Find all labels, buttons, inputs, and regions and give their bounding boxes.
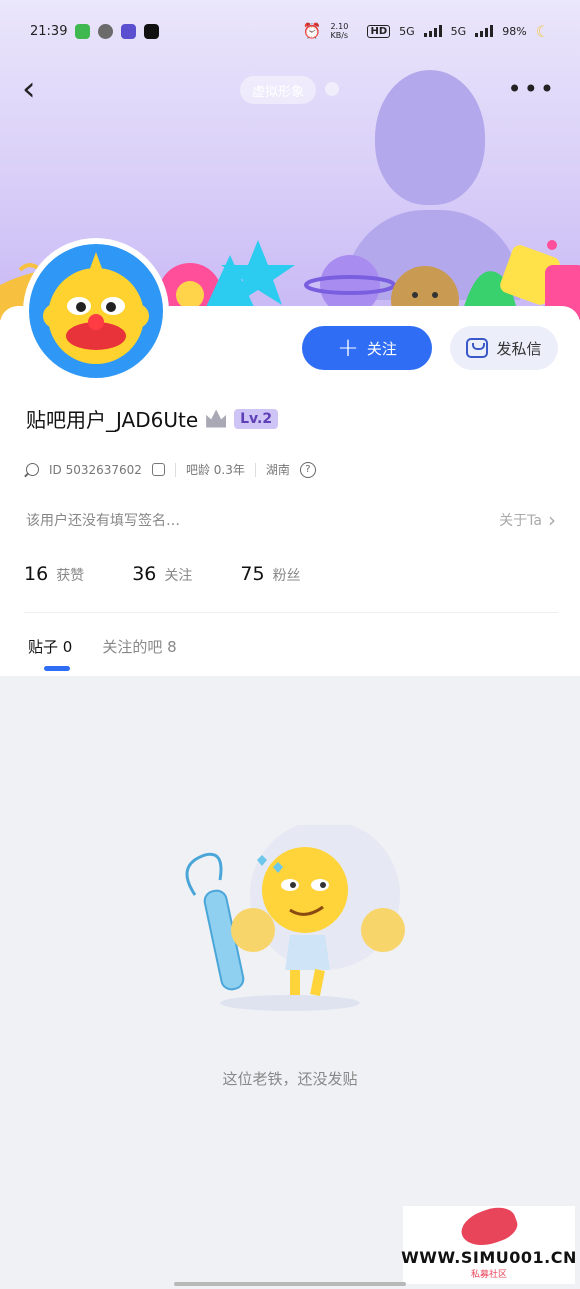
stat-value: 16 xyxy=(24,563,49,585)
status-bar: 21:39 ⏰ 2.10 KB/s HD 5G 5G 98% ☾ xyxy=(0,0,580,62)
status-time: 21:39 xyxy=(30,23,68,39)
stats-row: 16 获赞 36 关注 75 粉丝 xyxy=(24,563,301,585)
sim2-label: 5G xyxy=(450,24,467,38)
more-options-button[interactable]: ••• xyxy=(508,77,556,101)
username-row: 贴吧用户_JAD6Ute Lv.2 xyxy=(26,404,279,433)
profile-info-row: ID 5032637602 吧龄 0.3年 湖南 ? xyxy=(26,461,316,478)
profile-tabs: 贴子 0 关注的吧 8 xyxy=(28,636,177,657)
empty-state-illustration xyxy=(185,825,405,1011)
stat-label: 获赞 xyxy=(56,568,85,584)
home-indicator[interactable] xyxy=(174,1282,406,1286)
signal-bars-icon xyxy=(423,25,442,37)
back-button[interactable]: ‹ xyxy=(22,72,52,106)
sim1-label: 5G xyxy=(399,24,415,38)
watermark: WWW.SIMU001.CN 私募社区 xyxy=(401,1201,577,1284)
about-link[interactable]: 关于Ta › xyxy=(499,508,556,532)
more-dots-icon: ••• xyxy=(507,75,556,103)
tieba-icon xyxy=(121,23,137,39)
app-notification-icon xyxy=(75,23,91,39)
network-speed: 2.10 KB/s xyxy=(330,22,349,40)
section-divider xyxy=(24,612,558,613)
battery-level: 98% xyxy=(502,24,527,38)
avatar[interactable] xyxy=(23,238,169,384)
help-icon[interactable]: ? xyxy=(299,461,316,478)
virtual-avatar-badge[interactable]: 虚拟形象 xyxy=(240,76,317,104)
follow-label: 关注 xyxy=(366,339,397,358)
badge-dot xyxy=(325,82,339,96)
follow-button[interactable]: + 关注 xyxy=(302,326,432,370)
simu-logo-icon xyxy=(456,1201,522,1253)
tab-posts[interactable]: 贴子 0 xyxy=(28,636,72,657)
plus-icon: + xyxy=(337,333,359,363)
bar-age: 吧龄 0.3年 xyxy=(185,463,245,477)
virtual-avatar-label: 虚拟形象 xyxy=(252,84,305,100)
message-icon xyxy=(466,338,489,358)
search-icon[interactable] xyxy=(26,463,39,476)
user-id: ID 5032637602 xyxy=(49,462,142,477)
message-label: 发私信 xyxy=(496,339,542,358)
empty-state-message: 这位老铁，还没发贴 xyxy=(222,1070,358,1088)
tab-followed-bars[interactable]: 关注的吧 8 xyxy=(102,636,176,657)
clown-avatar-image xyxy=(43,252,149,364)
hd-badge: HD xyxy=(367,24,391,38)
about-label: 关于Ta xyxy=(499,513,542,529)
username: 贴吧用户_JAD6Ute xyxy=(26,408,199,432)
moon-icon: ☾ xyxy=(535,21,550,41)
stat-label: 关注 xyxy=(164,568,193,584)
stat-following[interactable]: 36 关注 xyxy=(132,563,192,585)
level-badge[interactable]: Lv.2 xyxy=(234,408,279,429)
chevron-left-icon: ‹ xyxy=(22,69,36,109)
bio-text: 该用户还没有填写签名… xyxy=(26,513,180,529)
stat-label: 粉丝 xyxy=(272,568,301,584)
crown-icon[interactable] xyxy=(206,409,227,428)
bio-row[interactable]: 该用户还没有填写签名… 关于Ta › xyxy=(26,508,556,532)
stat-value: 36 xyxy=(132,563,157,585)
douyin-icon xyxy=(144,23,160,39)
send-message-button[interactable]: 发私信 xyxy=(450,326,558,370)
divider xyxy=(254,462,256,477)
divider xyxy=(174,462,176,477)
stat-likes[interactable]: 16 获赞 xyxy=(24,563,84,585)
alarm-icon: ⏰ xyxy=(302,22,322,40)
active-tab-indicator xyxy=(44,666,70,671)
wechat-icon xyxy=(98,23,114,39)
stat-followers[interactable]: 75 粉丝 xyxy=(240,563,300,585)
stat-value: 75 xyxy=(240,563,265,585)
copy-icon[interactable] xyxy=(151,463,165,476)
watermark-sub: 私募社区 xyxy=(470,1270,507,1280)
location: 湖南 xyxy=(265,463,290,477)
signal-bars-icon xyxy=(475,25,494,37)
chevron-right-icon: › xyxy=(548,508,556,532)
watermark-site: WWW.SIMU001.CN xyxy=(401,1248,577,1267)
